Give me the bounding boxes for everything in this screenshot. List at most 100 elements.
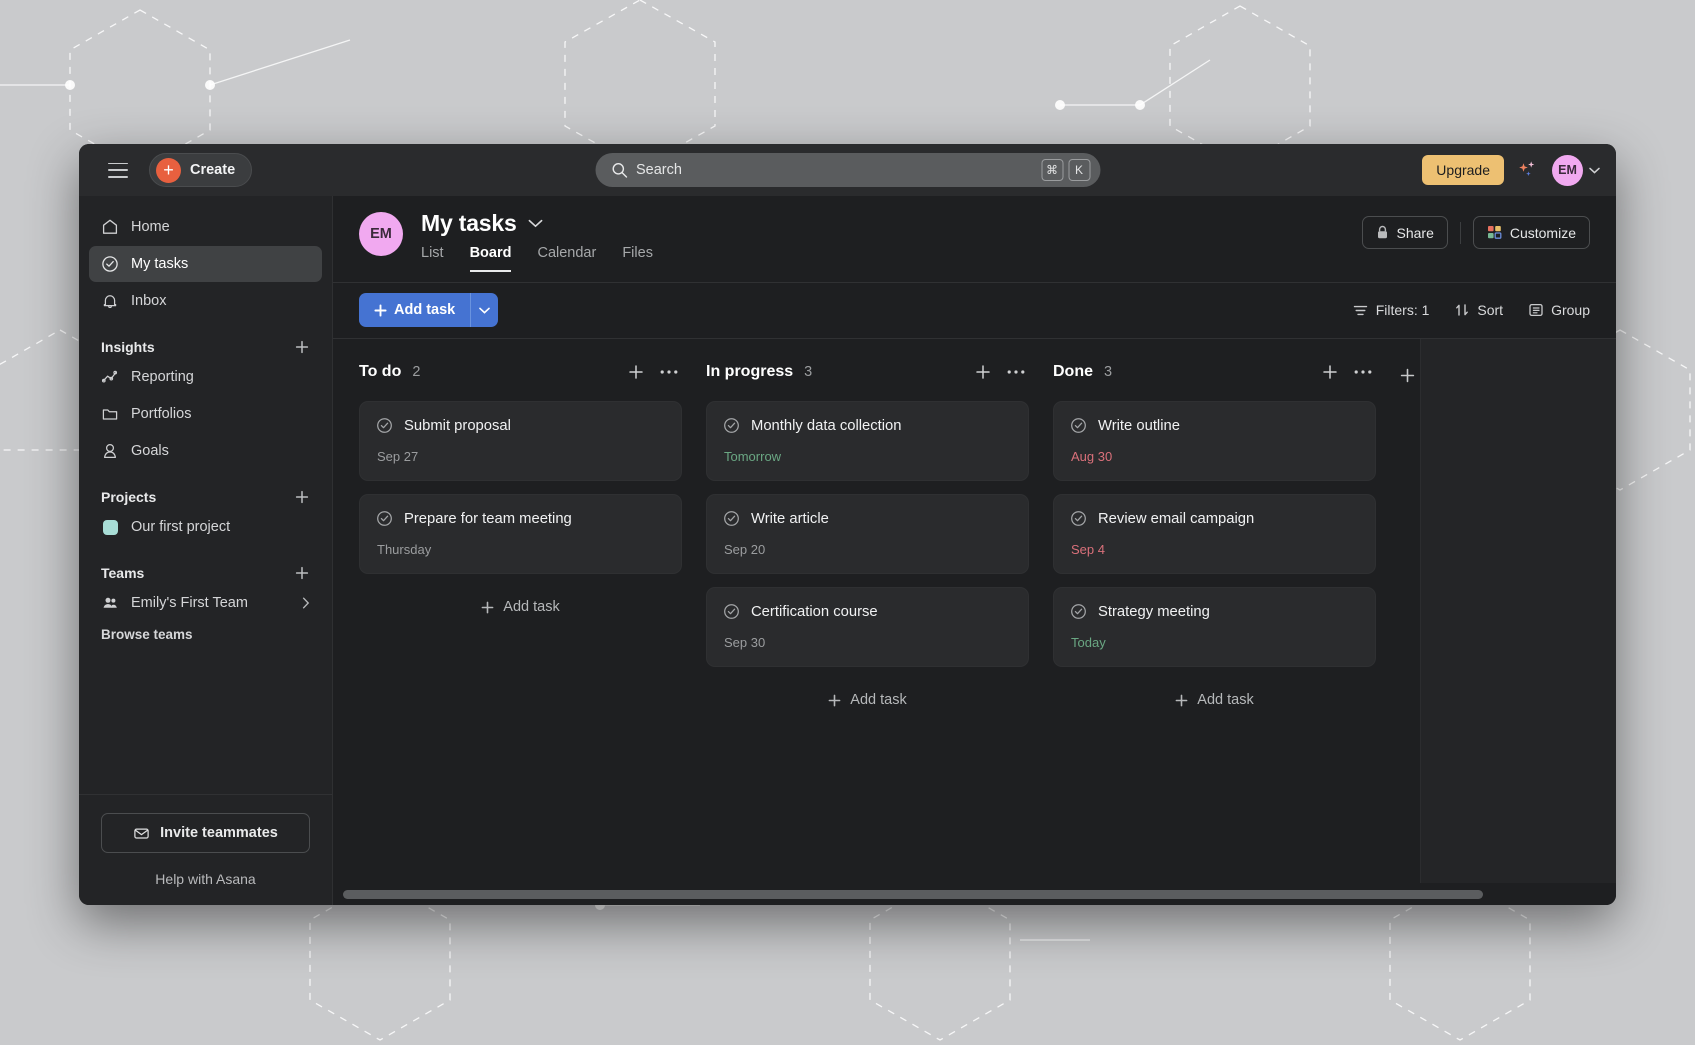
task-due-date: Today xyxy=(1071,635,1106,650)
plus-icon[interactable] xyxy=(294,489,310,505)
sidebar-item-inbox[interactable]: Inbox xyxy=(89,283,322,319)
browse-teams-link[interactable]: Browse teams xyxy=(101,627,310,642)
scrollbar-thumb[interactable] xyxy=(343,890,1483,899)
filters-button[interactable]: Filters: 1 xyxy=(1353,302,1429,318)
customize-button[interactable]: Customize xyxy=(1472,216,1590,249)
check-circle-icon[interactable] xyxy=(723,510,740,527)
add-section-button[interactable]: Add section xyxy=(1400,360,1590,390)
lock-icon xyxy=(1377,225,1387,239)
hamburger-icon[interactable] xyxy=(108,162,128,178)
task-title: Submit proposal xyxy=(404,417,511,434)
sidebar-item-label: Portfolios xyxy=(131,406,192,422)
create-button-label: Create xyxy=(190,162,236,178)
shortcut-key-cmd: ⌘ xyxy=(1041,159,1063,181)
add-task-button[interactable]: Add task xyxy=(359,293,471,327)
board-column: Done 3 Write outline Aug 30 Review email cam… xyxy=(1053,357,1376,905)
plus-icon[interactable] xyxy=(294,565,310,581)
task-title: Review email campaign xyxy=(1098,510,1255,527)
task-card[interactable]: Write outline Aug 30 xyxy=(1053,401,1376,481)
sidebar-item-portfolios[interactable]: Portfolios xyxy=(89,396,322,432)
add-task-label: Add task xyxy=(394,302,456,318)
sidebar-item-label: Inbox xyxy=(131,293,167,309)
add-card-button[interactable] xyxy=(628,364,644,380)
page-header-actions: Share Customize xyxy=(1361,216,1590,249)
column-add-task-button[interactable]: Add task xyxy=(359,590,682,624)
sidebar-item-emilys-first-team[interactable]: Emily's First Team xyxy=(89,585,322,621)
task-card[interactable]: Submit proposal Sep 27 xyxy=(359,401,682,481)
task-card-title-row: Strategy meeting xyxy=(1070,603,1359,620)
sidebar-item-home[interactable]: Home xyxy=(89,209,322,245)
add-section-column: Add section xyxy=(1400,357,1590,905)
column-add-task-button[interactable]: Add task xyxy=(706,683,1029,717)
task-card[interactable]: Review email campaign Sep 4 xyxy=(1053,494,1376,574)
add-card-button[interactable] xyxy=(975,364,991,380)
tab-calendar[interactable]: Calendar xyxy=(537,245,596,272)
help-with-asana-link[interactable]: Help with Asana xyxy=(101,871,310,887)
check-circle-icon xyxy=(101,255,119,273)
more-options-icon[interactable] xyxy=(1354,369,1372,375)
check-circle-icon[interactable] xyxy=(723,603,740,620)
sidebar-item-goals[interactable]: Goals xyxy=(89,433,322,469)
check-circle-icon[interactable] xyxy=(1070,510,1087,527)
task-card[interactable]: Prepare for team meeting Thursday xyxy=(359,494,682,574)
app-body: Home My tasks Inbox Insights Reporting P… xyxy=(79,196,1616,905)
chevron-down-icon xyxy=(1589,167,1600,174)
project-color-swatch-icon xyxy=(101,518,119,536)
check-circle-icon[interactable] xyxy=(1070,417,1087,434)
sidebar-item-label: Goals xyxy=(131,443,169,459)
sparkle-icon[interactable] xyxy=(1517,159,1539,181)
divider xyxy=(1459,221,1461,244)
add-card-button[interactable] xyxy=(1322,364,1338,380)
invite-teammates-label: Invite teammates xyxy=(160,825,278,841)
tab-list[interactable]: List xyxy=(421,245,444,272)
column-more-button[interactable] xyxy=(1354,369,1372,375)
sort-button[interactable]: Sort xyxy=(1455,302,1503,318)
task-card[interactable]: Write article Sep 20 xyxy=(706,494,1029,574)
plus-icon[interactable] xyxy=(1322,364,1338,380)
column-add-task-button[interactable]: Add task xyxy=(1053,683,1376,717)
sidebar-item-reporting[interactable]: Reporting xyxy=(89,359,322,395)
task-card-title-row: Write outline xyxy=(1070,417,1359,434)
group-button[interactable]: Group xyxy=(1529,302,1590,318)
column-title: In progress xyxy=(706,363,794,380)
column-more-button[interactable] xyxy=(1007,369,1025,375)
more-options-icon[interactable] xyxy=(1007,369,1025,375)
horizontal-scrollbar[interactable] xyxy=(343,890,1606,899)
add-task-dropdown-button[interactable] xyxy=(470,293,499,327)
check-circle-icon[interactable] xyxy=(376,417,393,434)
check-circle-icon[interactable] xyxy=(723,417,740,434)
goal-icon xyxy=(101,442,119,460)
plus-icon[interactable] xyxy=(975,364,991,380)
plus-icon xyxy=(481,601,494,613)
create-button[interactable]: + Create xyxy=(149,153,253,187)
task-card[interactable]: Strategy meeting Today xyxy=(1053,587,1376,667)
task-card[interactable]: Certification course Sep 30 xyxy=(706,587,1029,667)
column-actions xyxy=(975,364,1025,380)
task-card[interactable]: Monthly data collection Tomorrow xyxy=(706,401,1029,481)
tab-files[interactable]: Files xyxy=(622,245,653,272)
column-header: Done 3 xyxy=(1053,357,1376,387)
sidebar-item-our-first-project[interactable]: Our first project xyxy=(89,509,322,545)
plus-icon xyxy=(1400,368,1415,382)
task-due-date: Aug 30 xyxy=(1071,449,1113,464)
upgrade-button[interactable]: Upgrade xyxy=(1422,155,1504,185)
tab-board[interactable]: Board xyxy=(469,245,512,272)
check-circle-icon[interactable] xyxy=(376,510,393,527)
chevron-down-icon[interactable] xyxy=(528,219,543,228)
user-menu[interactable]: EM xyxy=(1552,154,1600,186)
column-more-button[interactable] xyxy=(660,369,678,375)
search-input[interactable] xyxy=(636,162,1041,178)
invite-teammates-button[interactable]: Invite teammates xyxy=(101,813,310,853)
more-options-icon[interactable] xyxy=(660,369,678,375)
search-bar[interactable]: ⌘ K xyxy=(595,153,1100,187)
customize-label: Customize xyxy=(1509,224,1576,241)
share-button[interactable]: Share xyxy=(1361,216,1448,249)
column-title: Done xyxy=(1053,363,1093,380)
plus-icon[interactable] xyxy=(294,339,310,355)
check-circle-icon[interactable] xyxy=(1070,603,1087,620)
sidebar-item-label: My tasks xyxy=(131,256,189,272)
column-task-count: 3 xyxy=(1104,364,1113,380)
sidebar-item-my-tasks[interactable]: My tasks xyxy=(89,246,322,282)
plus-icon[interactable] xyxy=(628,364,644,380)
chevron-right-icon[interactable] xyxy=(302,597,310,609)
